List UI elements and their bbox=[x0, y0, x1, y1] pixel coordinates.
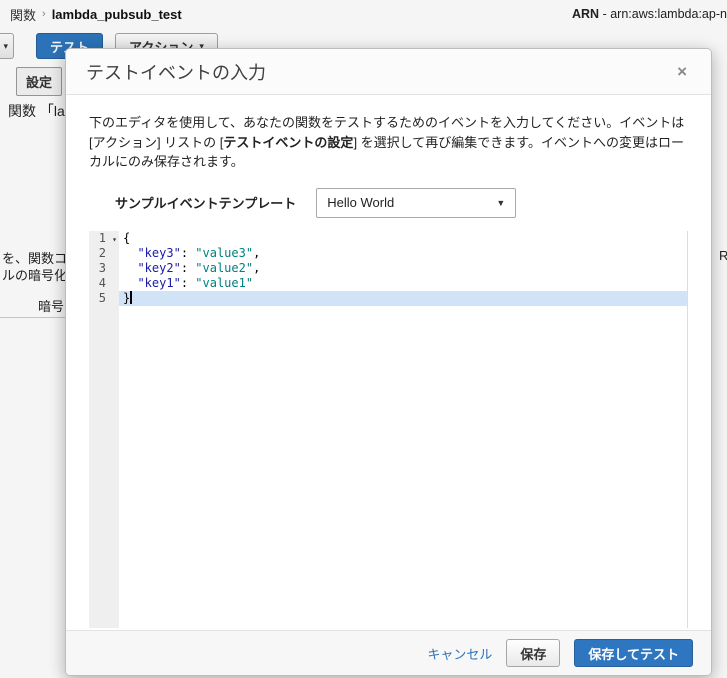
lambda-console-screen: 関数 › lambda_pubsub_test ARN - arn:aws:la… bbox=[0, 0, 727, 678]
gutter-line-number: 4 bbox=[98, 275, 106, 290]
code-token: } bbox=[123, 290, 131, 305]
save-button[interactable]: 保存 bbox=[506, 639, 561, 667]
chevron-down-icon: ▼ bbox=[496, 197, 506, 208]
save-and-test-button[interactable]: 保存してテスト bbox=[574, 639, 693, 667]
code-token: "value2" bbox=[195, 260, 254, 275]
code-token: { bbox=[123, 230, 131, 245]
fold-toggle-icon[interactable]: ▾ bbox=[112, 232, 117, 247]
code-token: , bbox=[253, 260, 261, 275]
code-token: "key1" bbox=[137, 275, 181, 290]
editor-gutter: 1 ▾ 2 3 4 5 bbox=[89, 230, 119, 628]
template-selected-value: Hello World bbox=[327, 195, 395, 210]
code-line[interactable]: "key1": "value1" bbox=[119, 276, 687, 291]
code-token: "key2" bbox=[137, 260, 181, 275]
test-event-input-modal: テストイベントの入力 × 下のエディタを使用して、あなたの関数をテストするための… bbox=[65, 48, 712, 676]
close-icon[interactable]: × bbox=[673, 61, 691, 82]
code-line[interactable]: { bbox=[119, 231, 687, 246]
code-token: : bbox=[180, 275, 196, 290]
modal-description: 下のエディタを使用して、あなたの関数をテストするためのイベントを入力してください… bbox=[89, 113, 688, 172]
modal-title: テストイベントの入力 bbox=[86, 62, 266, 83]
code-line[interactable]: "key3": "value3", bbox=[119, 246, 687, 261]
code-token: : bbox=[180, 260, 196, 275]
code-token: "key3" bbox=[137, 245, 181, 260]
cancel-button[interactable]: キャンセル bbox=[427, 644, 492, 663]
gutter-line-number: 3 bbox=[98, 260, 106, 275]
modal-footer: キャンセル 保存 保存してテスト bbox=[66, 630, 711, 675]
description-bold-text: テストイベントの設定 bbox=[223, 134, 354, 150]
modal-header: テストイベントの入力 × bbox=[66, 49, 711, 95]
code-token: "value1" bbox=[195, 275, 254, 290]
template-select[interactable]: Hello World ▼ bbox=[316, 187, 517, 218]
gutter-line-number: 2 bbox=[98, 245, 106, 260]
sample-event-template-label: サンプルイベントテンプレート bbox=[115, 196, 297, 211]
modal-body: 下のエディタを使用して、あなたの関数をテストするためのイベントを入力してください… bbox=[66, 95, 711, 630]
gutter-line-number: 5 bbox=[98, 290, 106, 305]
code-token: , bbox=[253, 245, 261, 260]
template-row: サンプルイベントテンプレート Hello World ▼ bbox=[89, 187, 688, 218]
editor-content[interactable]: { "key3": "value3", "key2": "value2", "k… bbox=[119, 231, 687, 629]
code-token: "value3" bbox=[195, 245, 254, 260]
code-line[interactable]: "key2": "value2", bbox=[119, 261, 687, 276]
code-line[interactable]: } bbox=[119, 290, 687, 306]
json-event-editor[interactable]: 1 ▾ 2 3 4 5 { "key3": "value3", "key2": "valu… bbox=[89, 230, 688, 629]
text-cursor bbox=[130, 290, 133, 304]
gutter-line-number: 1 ▾ bbox=[98, 230, 117, 247]
code-token: : bbox=[180, 245, 196, 260]
